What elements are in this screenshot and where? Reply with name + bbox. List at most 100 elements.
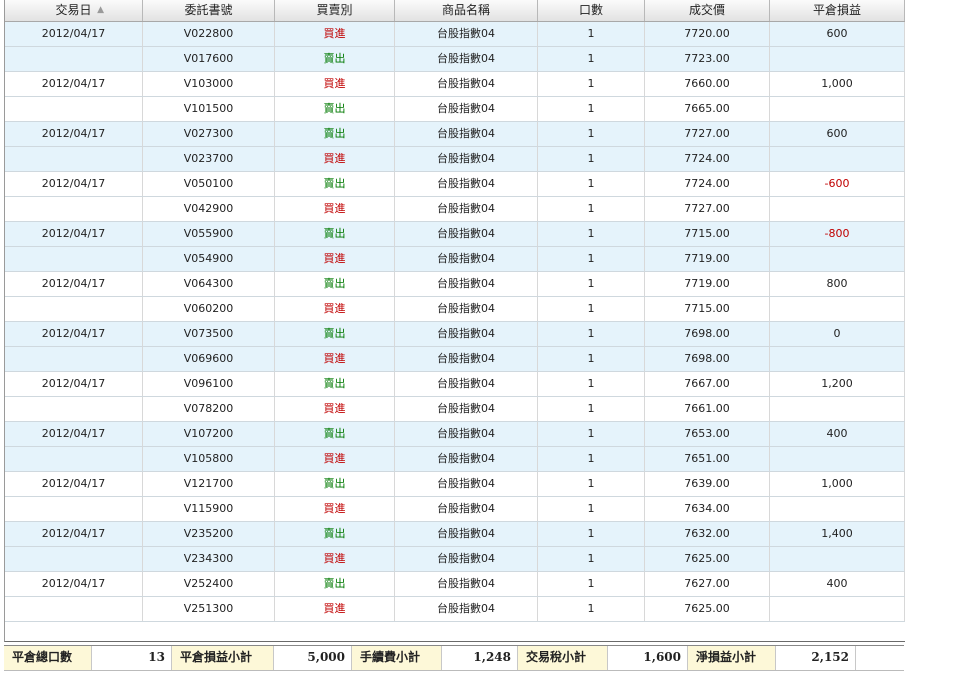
grid-empty-area (4, 621, 905, 642)
cell-product: 台股指數04 (395, 122, 538, 146)
cell-qty: 1 (538, 22, 645, 46)
summary-label-pnl-subtotal: 平倉損益小計 (172, 646, 274, 670)
cell-product: 台股指數04 (395, 447, 538, 471)
cell-pnl: 800 (770, 272, 905, 296)
cell-side: 賣出 (275, 422, 395, 446)
cell-order-no: V252400 (143, 572, 275, 596)
table-row[interactable]: V251300 買進 台股指數04 1 7625.00 (5, 597, 905, 622)
table-row[interactable]: 2012/04/17 V252400 賣出 台股指數04 1 7627.00 400 (5, 572, 905, 597)
cell-price: 7660.00 (645, 72, 770, 96)
table-row[interactable]: V023700 買進 台股指數04 1 7724.00 (5, 147, 905, 172)
cell-date: 2012/04/17 (5, 22, 143, 46)
cell-qty: 1 (538, 247, 645, 271)
cell-price: 7719.00 (645, 247, 770, 271)
cell-product: 台股指數04 (395, 572, 538, 596)
cell-price: 7698.00 (645, 347, 770, 371)
table-row[interactable]: V078200 買進 台股指數04 1 7661.00 (5, 397, 905, 422)
cell-order-no: V101500 (143, 97, 275, 121)
grid-header: 交易日 ▲ 委託書號 買賣別 商品名稱 口數 成交價 平倉損益 (5, 0, 905, 22)
cell-order-no: V235200 (143, 522, 275, 546)
table-row[interactable]: V115900 買進 台股指數04 1 7634.00 (5, 497, 905, 522)
cell-product: 台股指數04 (395, 22, 538, 46)
table-row[interactable]: V042900 買進 台股指數04 1 7727.00 (5, 197, 905, 222)
cell-qty: 1 (538, 272, 645, 296)
cell-pnl: 1,000 (770, 472, 905, 496)
cell-order-no: V234300 (143, 547, 275, 571)
cell-product: 台股指數04 (395, 272, 538, 296)
cell-side: 買進 (275, 497, 395, 521)
table-row[interactable]: 2012/04/17 V055900 賣出 台股指數04 1 7715.00 -800 (5, 222, 905, 247)
cell-side: 買進 (275, 597, 395, 621)
cell-date (5, 97, 143, 121)
cell-qty: 1 (538, 447, 645, 471)
cell-product: 台股指數04 (395, 397, 538, 421)
cell-product: 台股指數04 (395, 522, 538, 546)
cell-side: 買進 (275, 347, 395, 371)
cell-pnl: 600 (770, 122, 905, 146)
table-row[interactable]: V234300 買進 台股指數04 1 7625.00 (5, 547, 905, 572)
cell-side: 買進 (275, 147, 395, 171)
col-header-qty[interactable]: 口數 (538, 0, 645, 21)
table-row[interactable]: 2012/04/17 V050100 賣出 台股指數04 1 7724.00 -600 (5, 172, 905, 197)
table-row[interactable]: 2012/04/17 V027300 賣出 台股指數04 1 7727.00 600 (5, 122, 905, 147)
table-row[interactable]: V069600 買進 台股指數04 1 7698.00 (5, 347, 905, 372)
cell-pnl: 600 (770, 22, 905, 46)
cell-order-no: V017600 (143, 47, 275, 71)
table-row[interactable]: 2012/04/17 V073500 賣出 台股指數04 1 7698.00 0 (5, 322, 905, 347)
cell-date (5, 347, 143, 371)
cell-side: 賣出 (275, 572, 395, 596)
cell-order-no: V105800 (143, 447, 275, 471)
cell-pnl (770, 197, 905, 221)
table-row[interactable]: V101500 賣出 台股指數04 1 7665.00 (5, 97, 905, 122)
table-row[interactable]: 2012/04/17 V107200 賣出 台股指數04 1 7653.00 400 (5, 422, 905, 447)
table-row[interactable]: 2012/04/17 V121700 賣出 台股指數04 1 7639.00 1,000 (5, 472, 905, 497)
col-header-product[interactable]: 商品名稱 (395, 0, 538, 21)
cell-pnl: 400 (770, 572, 905, 596)
cell-date (5, 47, 143, 71)
cell-product: 台股指數04 (395, 197, 538, 221)
cell-price: 7724.00 (645, 147, 770, 171)
cell-pnl (770, 397, 905, 421)
cell-order-no: V023700 (143, 147, 275, 171)
cell-date: 2012/04/17 (5, 172, 143, 196)
cell-order-no: V251300 (143, 597, 275, 621)
cell-pnl (770, 47, 905, 71)
cell-side: 賣出 (275, 172, 395, 196)
cell-side: 賣出 (275, 222, 395, 246)
cell-qty: 1 (538, 72, 645, 96)
col-header-price[interactable]: 成交價 (645, 0, 770, 21)
col-header-side[interactable]: 買賣別 (275, 0, 395, 21)
cell-order-no: V107200 (143, 422, 275, 446)
table-row[interactable]: V054900 買進 台股指數04 1 7719.00 (5, 247, 905, 272)
table-row[interactable]: 2012/04/17 V235200 賣出 台股指數04 1 7632.00 1,400 (5, 522, 905, 547)
table-row[interactable]: 2012/04/17 V022800 買進 台股指數04 1 7720.00 600 (5, 22, 905, 47)
cell-date: 2012/04/17 (5, 322, 143, 346)
table-row[interactable]: 2012/04/17 V064300 賣出 台股指數04 1 7719.00 800 (5, 272, 905, 297)
cell-price: 7724.00 (645, 172, 770, 196)
cell-product: 台股指數04 (395, 497, 538, 521)
col-header-pnl[interactable]: 平倉損益 (770, 0, 905, 21)
table-row[interactable]: V105800 買進 台股指數04 1 7651.00 (5, 447, 905, 472)
col-header-date[interactable]: 交易日 ▲ (5, 0, 143, 21)
table-row[interactable]: V017600 賣出 台股指數04 1 7723.00 (5, 47, 905, 72)
summary-value-net-subtotal: 2,152 (776, 646, 856, 670)
table-row[interactable]: 2012/04/17 V096100 賣出 台股指數04 1 7667.00 1,200 (5, 372, 905, 397)
summary-label-tax-subtotal: 交易稅小計 (518, 646, 608, 670)
table-row[interactable]: 2012/04/17 V103000 買進 台股指數04 1 7660.00 1,000 (5, 72, 905, 97)
cell-pnl (770, 297, 905, 321)
cell-qty: 1 (538, 197, 645, 221)
cell-product: 台股指數04 (395, 147, 538, 171)
cell-qty: 1 (538, 422, 645, 446)
cell-price: 7727.00 (645, 122, 770, 146)
table-row[interactable]: V060200 買進 台股指數04 1 7715.00 (5, 297, 905, 322)
cell-price: 7661.00 (645, 397, 770, 421)
cell-qty: 1 (538, 397, 645, 421)
cell-qty: 1 (538, 322, 645, 346)
cell-product: 台股指數04 (395, 222, 538, 246)
cell-pnl: 400 (770, 422, 905, 446)
cell-price: 7727.00 (645, 197, 770, 221)
cell-product: 台股指數04 (395, 47, 538, 71)
summary-bar: 平倉總口數 13 平倉損益小計 5,000 手續費小計 1,248 交易稅小計 … (4, 645, 904, 671)
cell-order-no: V073500 (143, 322, 275, 346)
col-header-order-no[interactable]: 委託書號 (143, 0, 275, 21)
